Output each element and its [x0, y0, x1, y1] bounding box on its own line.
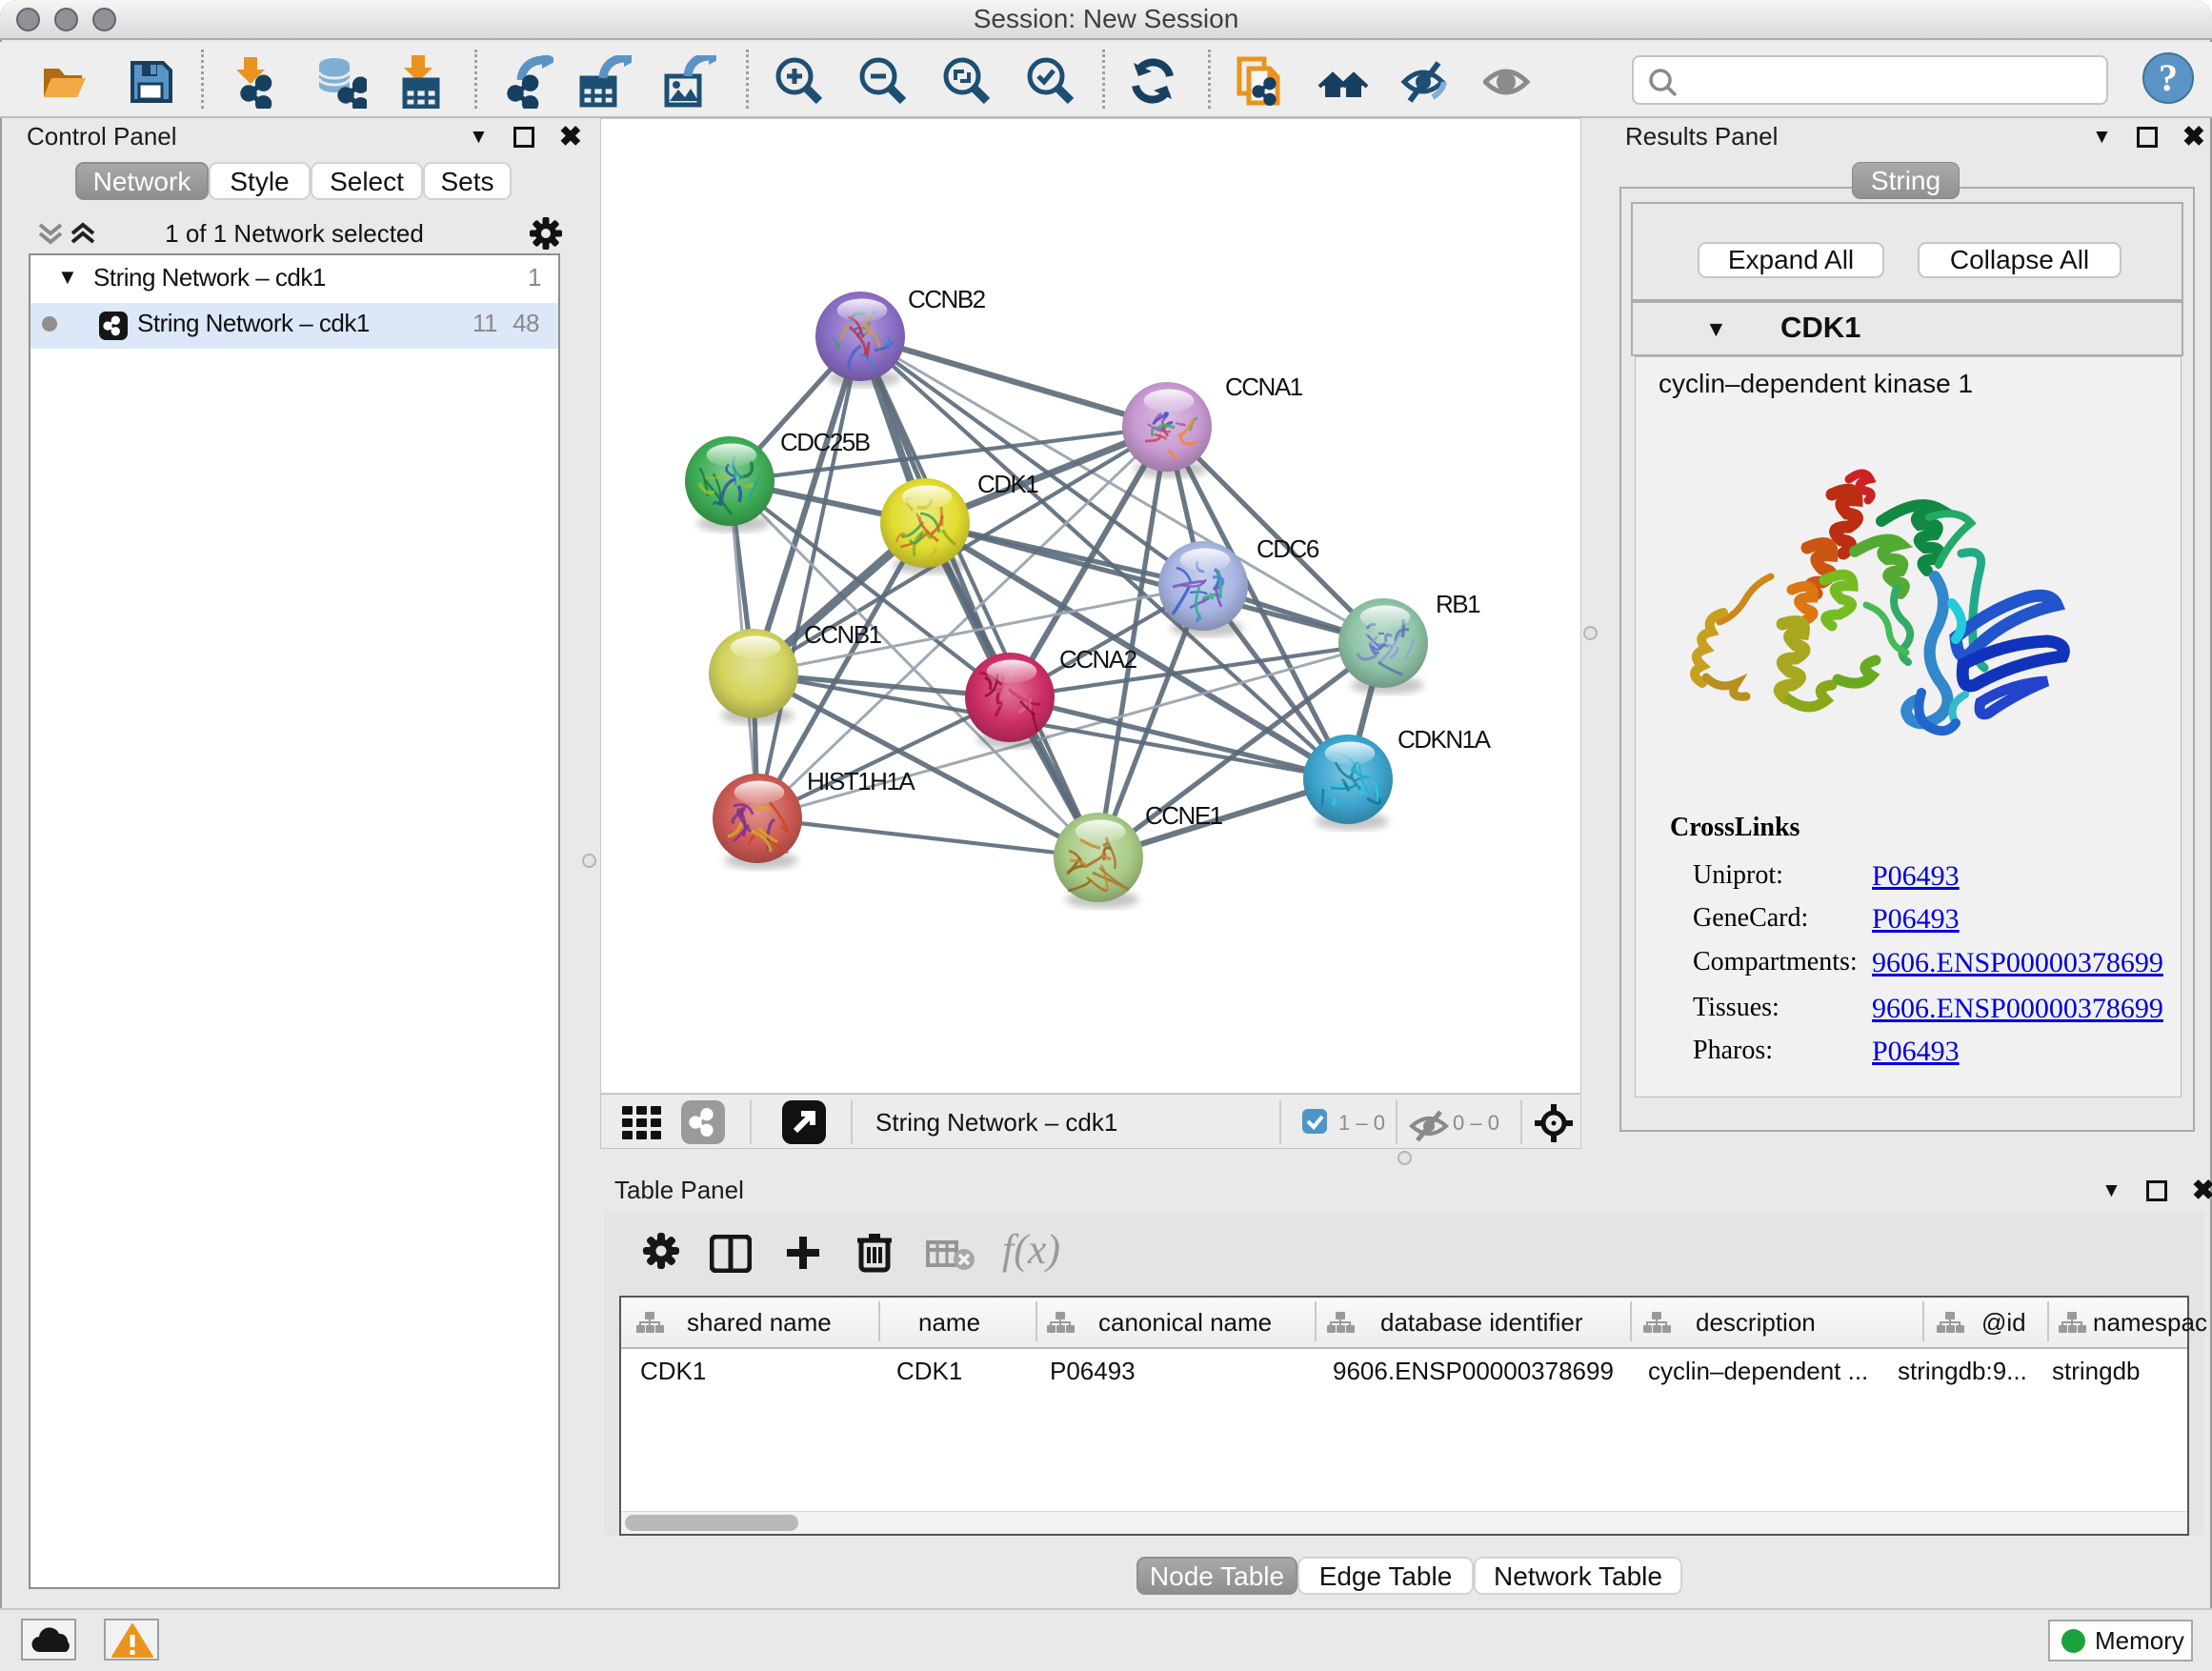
svg-text:CDC6: CDC6 [1257, 534, 1319, 563]
svg-text:CCNB2: CCNB2 [908, 285, 986, 313]
svg-text:HIST1H1A: HIST1H1A [807, 767, 915, 795]
svg-text:?: ? [2159, 56, 2178, 99]
svg-text:CDKN1A: CDKN1A [1398, 725, 1492, 754]
svg-text:CCNE1: CCNE1 [1145, 801, 1223, 830]
svg-text:CCNA2: CCNA2 [1059, 645, 1137, 674]
svg-text:CCNB1: CCNB1 [804, 620, 882, 649]
svg-text:CCNA1: CCNA1 [1225, 372, 1303, 401]
svg-text:CDC25B: CDC25B [780, 428, 870, 456]
svg-text:CDK1: CDK1 [977, 470, 1038, 498]
svg-text:RB1: RB1 [1436, 590, 1480, 618]
